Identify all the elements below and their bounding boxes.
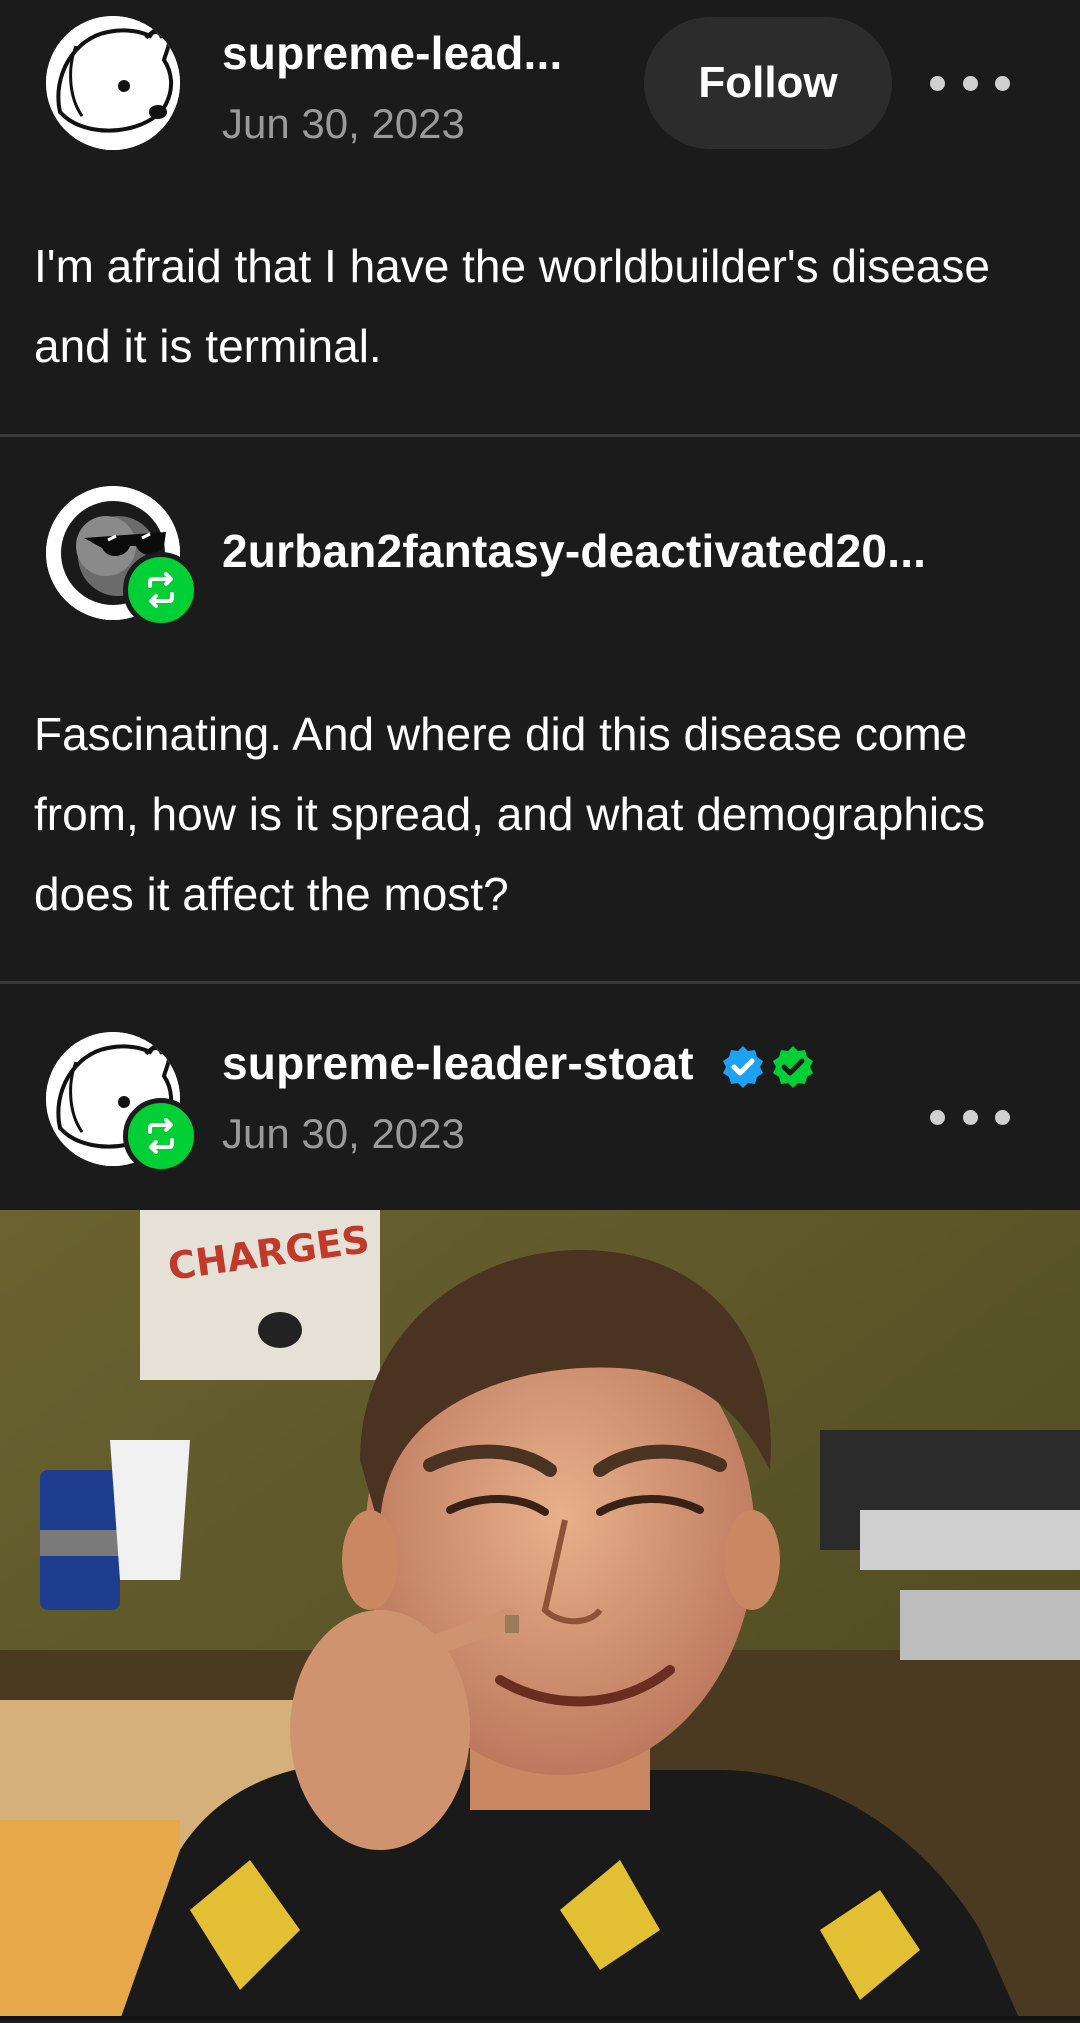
post-image[interactable]: CHARGES (0, 1210, 1080, 2020)
post-header-1: supreme-lead... Jun 30, 2023 Follow (0, 0, 1080, 170)
stoat-avatar-icon[interactable] (46, 16, 180, 150)
reblog-icon (123, 1098, 199, 1174)
post-header-2: 2urban2fantasy-deactivated20... (0, 470, 1080, 640)
reblog-icon (123, 552, 199, 628)
post-body-text: Fascinating. And where did this disease … (34, 708, 986, 920)
post-username[interactable]: supreme-leader-stoat (222, 1036, 817, 1091)
follow-button[interactable]: Follow (644, 17, 892, 149)
post-header-3: supreme-leader-stoat Jun 30, 2023 (0, 1016, 1080, 1186)
dot (962, 1109, 978, 1125)
post-body-text: I'm afraid that I have the worldbuilder'… (34, 240, 990, 372)
dot (962, 75, 978, 91)
poster: CHARGES (140, 1210, 380, 1380)
dot (930, 75, 945, 91)
post-date: Jun 30, 2023 (222, 100, 465, 147)
divider (0, 434, 1080, 437)
green-check-badge-icon[interactable] (769, 1043, 817, 1091)
divider (0, 981, 1080, 984)
blue-check-badge-icon[interactable] (719, 1043, 767, 1091)
more-options-icon[interactable] (930, 63, 1010, 103)
post-username[interactable]: 2urban2fantasy-deactivated20... (222, 524, 926, 578)
post-username-text: supreme-leader-stoat (222, 1037, 694, 1089)
dot (930, 1109, 945, 1125)
dot (995, 1109, 1010, 1125)
more-options-icon[interactable] (930, 1097, 1010, 1137)
post-date: Jun 30, 2023 (222, 1110, 465, 1157)
dot (995, 75, 1010, 91)
post-username[interactable]: supreme-lead... (222, 26, 562, 80)
